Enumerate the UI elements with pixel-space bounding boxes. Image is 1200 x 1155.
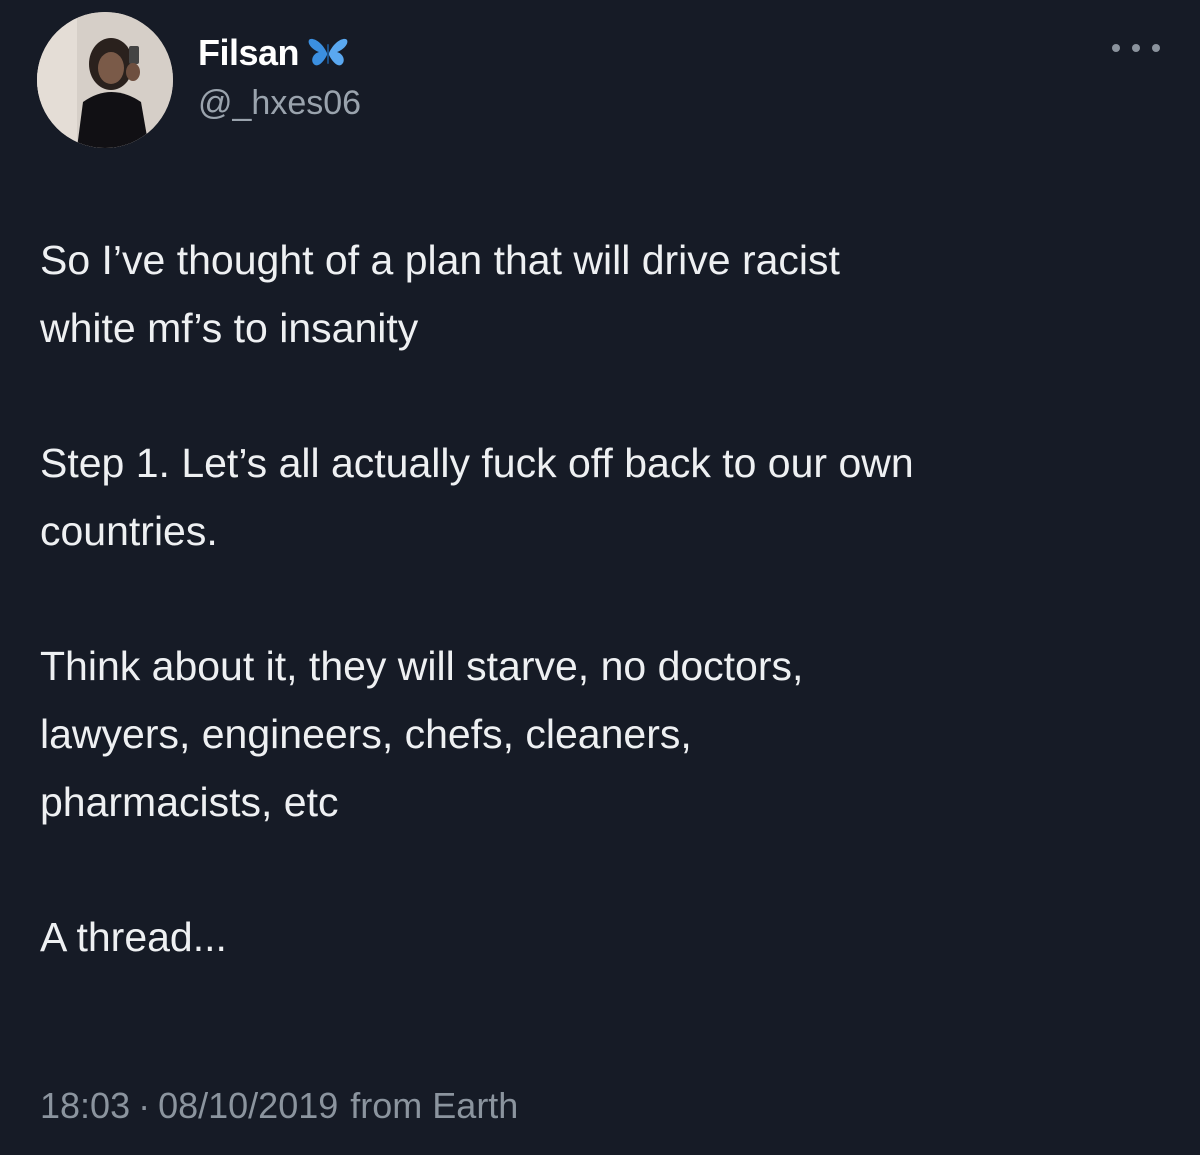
avatar-image (37, 12, 173, 148)
tweet-paragraph: Think about it, they will starve, no doc… (40, 643, 804, 825)
author-display-name[interactable]: Filsan (198, 32, 300, 74)
tweet-paragraph: Step 1. Let’s all actually fuck off back… (40, 440, 914, 554)
tweet-time[interactable]: 18:03 (40, 1085, 130, 1127)
author-name-row: Filsan (198, 30, 349, 76)
more-options-icon[interactable] (1112, 36, 1160, 60)
more-dot (1112, 44, 1120, 52)
butterfly-icon (307, 36, 349, 70)
tweet-date[interactable]: 08/10/2019 (158, 1085, 338, 1127)
author-handle[interactable]: @_hxes06 (198, 84, 361, 123)
more-dot (1132, 44, 1140, 52)
tweet-paragraph: So I’ve thought of a plan that will driv… (40, 237, 840, 351)
tweet-timestamp: 18:03 · 08/10/2019 from Earth (40, 1085, 518, 1127)
tweet-body: So I’ve thought of a plan that will driv… (40, 226, 1170, 1038)
more-dot (1152, 44, 1160, 52)
avatar[interactable] (37, 12, 173, 148)
tweet-source: from Earth (350, 1085, 519, 1126)
tweet-card: Filsan @_hxes06 So I’ve thought of a pla… (0, 0, 1200, 1155)
timestamp-separator: · (138, 1085, 151, 1126)
tweet-paragraph: A thread... (40, 914, 227, 960)
